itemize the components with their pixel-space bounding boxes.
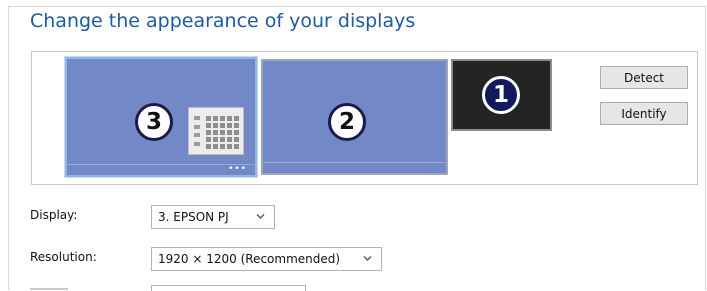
orientation-select-cutoff[interactable] <box>151 285 306 291</box>
display-select-value: 3. EPSON PJ <box>158 210 229 224</box>
resolution-label: Resolution: <box>30 250 97 264</box>
monitor-3-taskbar <box>67 164 255 165</box>
monitor-3-number-badge: 3 <box>135 103 173 141</box>
monitor-3[interactable]: 3 ••• <box>65 57 257 177</box>
display-settings-window: Change the appearance of your displays 3… <box>0 0 707 291</box>
monitor-2[interactable]: 2 <box>261 59 448 175</box>
monitor-1[interactable]: 1 <box>451 59 552 131</box>
chevron-down-icon <box>363 256 372 261</box>
orientation-label-cutoff <box>30 285 70 291</box>
monitor-2-number-badge: 2 <box>328 103 366 141</box>
display-label: Display: <box>30 208 78 222</box>
keypad-side-keys <box>194 116 200 146</box>
chevron-down-icon <box>256 214 265 219</box>
page-title: Change the appearance of your displays <box>30 10 416 32</box>
resolution-select[interactable]: 1920 × 1200 (Recommended) <box>151 247 382 271</box>
keypad-icon <box>188 107 244 155</box>
resolution-select-value: 1920 × 1200 (Recommended) <box>158 252 341 266</box>
keypad-keys <box>206 116 239 149</box>
display-select[interactable]: 3. EPSON PJ <box>151 205 275 229</box>
monitor-1-number-badge: 1 <box>482 76 520 114</box>
identify-button[interactable]: Identify <box>600 102 688 125</box>
detect-button[interactable]: Detect <box>600 66 688 89</box>
more-dots-icon: ••• <box>228 164 247 174</box>
monitor-2-taskbar <box>263 162 446 163</box>
